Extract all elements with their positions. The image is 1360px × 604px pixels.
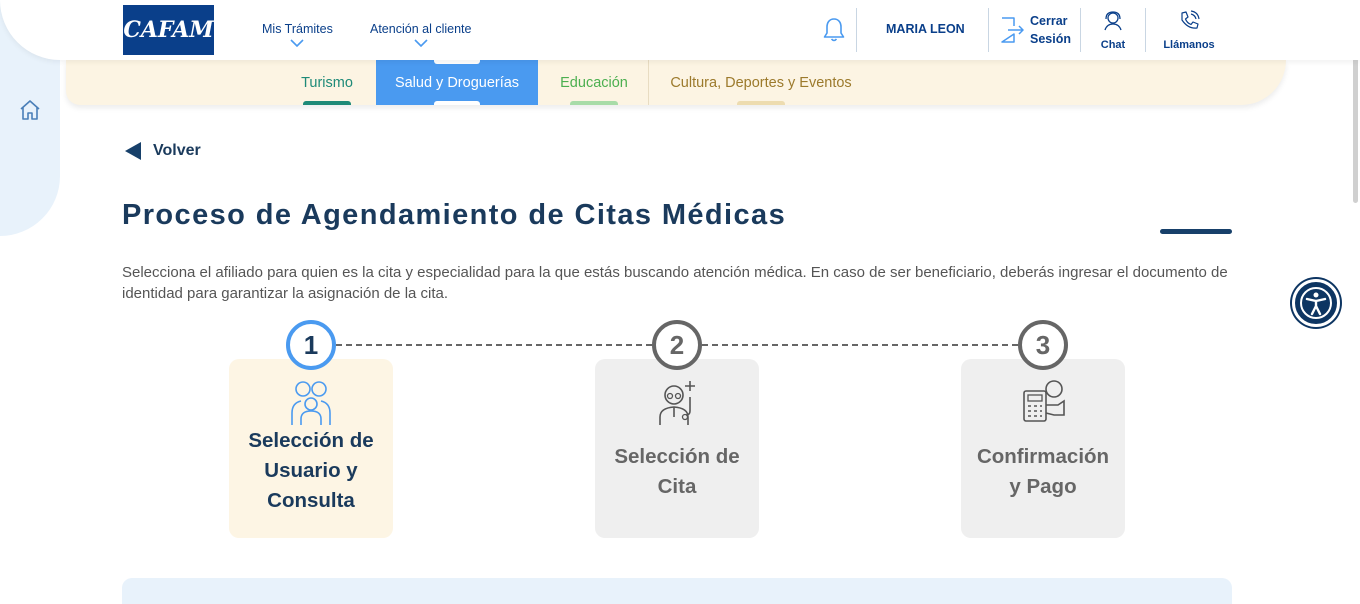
step-card-3[interactable]: Confirmación y Pago bbox=[961, 359, 1125, 538]
nav-atencion-cliente[interactable]: Atención al cliente bbox=[370, 22, 471, 47]
step-connector bbox=[336, 344, 652, 346]
step-label-line: Selección de bbox=[614, 445, 740, 468]
top-header: CAFAM Mis Trámites Atención al cliente M… bbox=[0, 0, 1360, 60]
step-number-2: 2 bbox=[652, 320, 702, 370]
step-label: Selección de Cita bbox=[595, 442, 759, 502]
title-accent-bar bbox=[1160, 229, 1232, 234]
tab-indicator bbox=[303, 101, 351, 105]
step-label-line: y Pago bbox=[1009, 475, 1077, 498]
step-card-2[interactable]: Selección de Cita bbox=[595, 359, 759, 538]
step-number-3: 3 bbox=[1018, 320, 1068, 370]
tab-turismo[interactable]: Turismo bbox=[282, 60, 372, 105]
accessibility-icon bbox=[1300, 287, 1332, 319]
logout-button[interactable]: Cerrar Sesión bbox=[998, 12, 1071, 48]
step-label-line: Usuario y bbox=[264, 459, 358, 482]
divider bbox=[1145, 8, 1146, 52]
scrollbar[interactable] bbox=[1353, 58, 1358, 203]
step-number-1: 1 bbox=[286, 320, 336, 370]
tab-label: Turismo bbox=[301, 74, 353, 91]
tab-indicator bbox=[434, 60, 480, 64]
doctor-icon bbox=[659, 381, 695, 425]
divider bbox=[856, 8, 857, 52]
step-label: Selección de Usuario y Consulta bbox=[229, 426, 393, 516]
tab-educacion[interactable]: Educación bbox=[542, 60, 646, 105]
tab-salud-droguerias[interactable]: Salud y Droguerías bbox=[376, 60, 538, 105]
page-title: Proceso de Agendamiento de Citas Médicas bbox=[122, 199, 787, 231]
bell-icon[interactable] bbox=[822, 16, 846, 44]
divider bbox=[988, 8, 989, 52]
tab-indicator bbox=[434, 101, 480, 105]
step-label: Confirmación y Pago bbox=[961, 442, 1125, 502]
chat-label: Chat bbox=[1100, 39, 1126, 51]
tab-label: Cultura, Deportes y Eventos bbox=[670, 74, 852, 91]
step-label-line: Selección de bbox=[248, 429, 374, 452]
nav-label: Mis Trámites bbox=[262, 22, 333, 36]
category-tabs: Turismo Salud y Droguerías Educación Cul… bbox=[66, 60, 1286, 105]
form-panel bbox=[122, 578, 1232, 604]
payment-icon bbox=[1023, 380, 1065, 422]
back-label: Volver bbox=[153, 142, 201, 159]
step-connector bbox=[702, 344, 1018, 346]
back-arrow-icon bbox=[125, 142, 141, 160]
tab-label: Educación bbox=[560, 74, 628, 91]
logout-line2: Sesión bbox=[1030, 32, 1071, 46]
chevron-down-icon bbox=[414, 39, 428, 47]
nav-mis-tramites[interactable]: Mis Trámites bbox=[262, 22, 333, 47]
chat-button[interactable]: Chat bbox=[1098, 10, 1128, 51]
family-icon bbox=[291, 381, 331, 425]
call-label: Llámanos bbox=[1163, 39, 1215, 51]
nav-label: Atención al cliente bbox=[370, 22, 472, 36]
step-card-1[interactable]: Selección de Usuario y Consulta bbox=[229, 359, 393, 538]
page-description: Selecciona el afiliado para quien es la … bbox=[122, 264, 1228, 302]
divider bbox=[1080, 8, 1081, 52]
logout-line1: Cerrar bbox=[1030, 14, 1068, 28]
home-icon[interactable] bbox=[18, 99, 42, 121]
tab-divider bbox=[648, 60, 649, 105]
back-button[interactable]: Volver bbox=[123, 141, 201, 161]
user-name: MARIA LEON bbox=[886, 22, 965, 36]
call-button[interactable]: Llámanos bbox=[1160, 10, 1218, 51]
tab-label: Salud y Droguerías bbox=[394, 74, 520, 91]
step-label-line: Consulta bbox=[267, 489, 355, 512]
logout-label: Cerrar Sesión bbox=[1030, 12, 1071, 48]
headset-icon bbox=[1104, 11, 1122, 31]
logo-text: CAFAM bbox=[123, 17, 214, 43]
chevron-down-icon bbox=[290, 39, 304, 47]
tab-indicator bbox=[737, 101, 785, 105]
logout-icon bbox=[1001, 17, 1024, 43]
step-label-line: Cita bbox=[657, 475, 697, 498]
phone-icon bbox=[1181, 10, 1200, 29]
accessibility-button[interactable] bbox=[1292, 279, 1340, 327]
tab-cultura-deportes-eventos[interactable]: Cultura, Deportes y Eventos bbox=[656, 60, 866, 105]
tab-indicator bbox=[570, 101, 618, 105]
step-label-line: Confirmación bbox=[976, 445, 1110, 468]
cafam-logo[interactable]: CAFAM bbox=[123, 5, 214, 55]
